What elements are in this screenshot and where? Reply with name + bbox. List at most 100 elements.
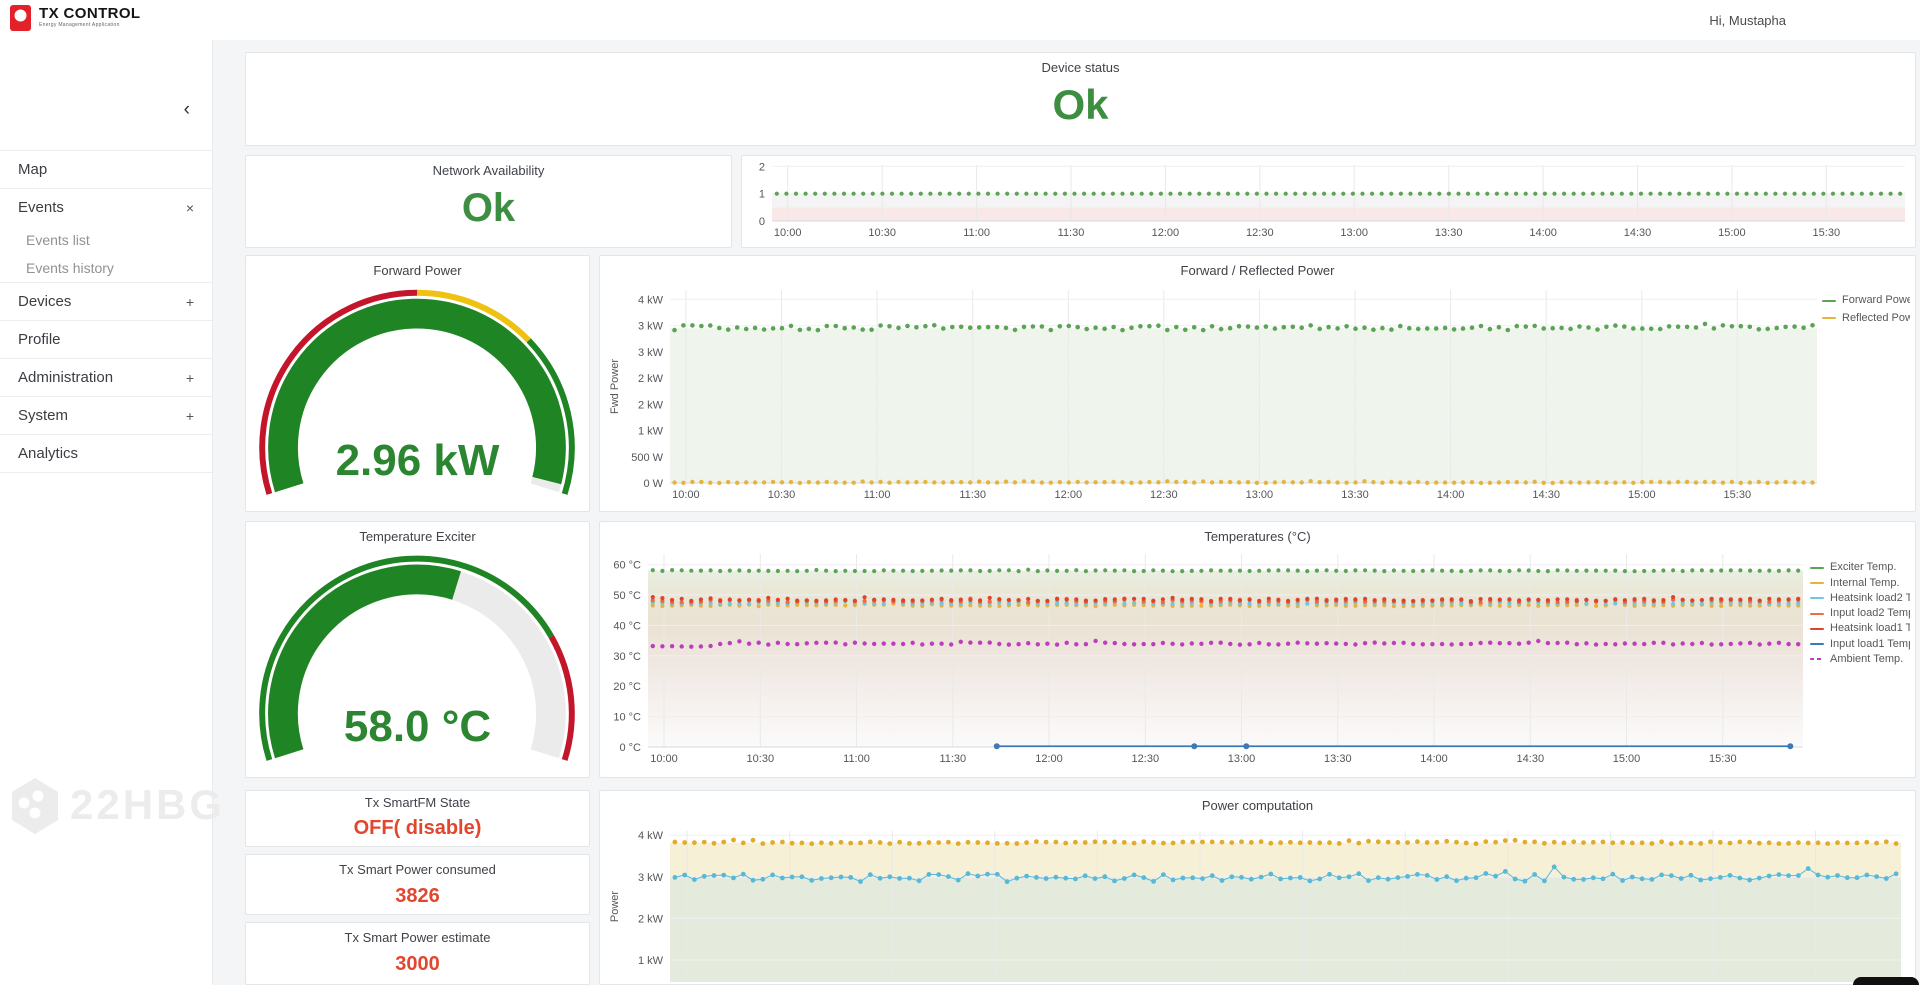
x-tick-label: 10:00 <box>650 753 678 765</box>
panel-forward-reflected-power: Forward / Reflected Power 10:0010:3011:0… <box>599 255 1916 512</box>
panel-title-smart-power-estimate[interactable]: Tx Smart Power estimate <box>246 930 589 945</box>
availability-chart[interactable]: 10:0010:3011:0011:3012:0012:3013:0013:30… <box>742 156 1913 245</box>
sidebar-item-label: Profile <box>18 331 61 348</box>
x-tick-label: 13:30 <box>1341 489 1369 501</box>
legend-item-input-load2-temp-[interactable]: Input load2 Temp. <box>1810 606 1910 621</box>
sidebar-item-label: Events list <box>26 232 90 248</box>
panel-title-smart-power-consumed[interactable]: Tx Smart Power consumed <box>246 862 589 877</box>
sidebar-item-map[interactable]: Map <box>0 151 212 189</box>
legend-label: Input load1 Temp. <box>1830 638 1910 650</box>
sidebar-item-events-history[interactable]: Events history <box>0 254 212 283</box>
y-tick-label: 1 kW <box>638 955 664 967</box>
y-tick-label: 0 °C <box>619 742 641 754</box>
legend-label: Heatsink load1 Temp. <box>1830 622 1910 634</box>
watermark-text: 22HBG <box>70 781 225 829</box>
panel-title-temperatures[interactable]: Temperatures (°C) <box>600 529 1915 544</box>
sidebar-item-administration[interactable]: Administration+ <box>0 359 212 397</box>
sidebar-item-label: Analytics <box>18 445 78 462</box>
legend-series-dash-icon <box>1810 582 1824 584</box>
plus-icon[interactable]: + <box>186 371 194 385</box>
panel-title-network-availability[interactable]: Network Availability <box>246 163 731 178</box>
panel-temperatures: Temperatures (°C) 10:0010:3011:0011:3012… <box>599 521 1916 778</box>
sidebar-item-events-list[interactable]: Events list <box>0 226 212 254</box>
app-logo[interactable]: TX CONTROL Energy Management Application <box>10 5 141 31</box>
legend-label: Forward Power <box>1842 294 1910 306</box>
y-tick-label: 10 °C <box>613 712 641 724</box>
panel-title-temperature-exciter[interactable]: Temperature Exciter <box>246 529 589 544</box>
panel-title-device-status[interactable]: Device status <box>246 60 1915 75</box>
panel-title-forward-power[interactable]: Forward Power <box>246 263 589 278</box>
legend-series-dash-icon <box>1822 300 1836 302</box>
panel-title-smartfm-state[interactable]: Tx SmartFM State <box>246 795 589 810</box>
x-tick-label: 10:00 <box>672 489 700 501</box>
legend-series-dash-icon <box>1810 643 1824 645</box>
y-axis-label: Power <box>609 891 621 923</box>
panel-temperature-exciter-gauge: Temperature Exciter 58.0 °C <box>245 521 590 778</box>
y-tick-label: 50 °C <box>613 590 641 602</box>
sidebar: ‹ MapEvents× Events list Events historyDev… <box>0 40 213 985</box>
plus-icon[interactable]: + <box>186 295 194 309</box>
x-tick-label: 12:00 <box>1055 489 1083 501</box>
y-tick-label: 2 kW <box>638 373 664 385</box>
close-icon[interactable]: × <box>186 201 194 215</box>
panel-smart-power-estimate: Tx Smart Power estimate 3000 <box>245 922 590 985</box>
x-tick-label: 11:30 <box>1058 227 1085 239</box>
sidebar-item-devices[interactable]: Devices+ <box>0 283 212 321</box>
panel-forward-power-gauge: Forward Power 2.96 kW <box>245 255 590 512</box>
legend-item-heatsink-load1-temp-[interactable]: Heatsink load1 Temp. <box>1810 621 1910 636</box>
y-tick-label: 3 kW <box>638 321 664 333</box>
y-tick-label: 500 W <box>631 452 663 464</box>
x-tick-label: 11:30 <box>959 489 986 501</box>
x-tick-label: 12:00 <box>1152 227 1180 239</box>
smart-power-consumed-value: 3826 <box>246 885 589 908</box>
x-tick-label: 15:00 <box>1613 753 1641 765</box>
legend-item-input-load1-temp-[interactable]: Input load1 Temp. <box>1810 636 1910 651</box>
y-tick-label: 1 kW <box>638 426 664 438</box>
legend-series-dash-icon <box>1810 613 1824 615</box>
y-tick-label: 30 °C <box>613 651 641 663</box>
panel-title-power-computation[interactable]: Power computation <box>600 798 1915 813</box>
x-tick-label: 14:00 <box>1437 489 1465 501</box>
smart-power-estimate-value: 3000 <box>246 953 589 976</box>
x-tick-label: 13:30 <box>1435 227 1463 239</box>
legend-item-exciter-temp-[interactable]: Exciter Temp. <box>1810 560 1910 575</box>
x-tick-label: 14:30 <box>1532 489 1560 501</box>
y-tick-label: 1 <box>759 189 765 201</box>
legend-item-ambient-temp-[interactable]: Ambient Temp. <box>1810 652 1910 667</box>
legend-item-forward-power[interactable]: Forward Power <box>1822 292 1910 309</box>
plus-icon[interactable]: + <box>186 409 194 423</box>
tx-control-dashboard: TX CONTROL Energy Management Application… <box>0 0 1920 985</box>
panel-title-forward-reflected-power[interactable]: Forward / Reflected Power <box>600 263 1915 278</box>
legend-label: Internal Temp. <box>1830 577 1900 589</box>
x-tick-label: 12:30 <box>1150 489 1178 501</box>
x-tick-label: 14:00 <box>1420 753 1448 765</box>
legend-series-dash-icon <box>1810 628 1824 630</box>
x-tick-label: 14:30 <box>1517 753 1545 765</box>
sidebar-item-events[interactable]: Events× <box>0 189 212 226</box>
y-tick-label: 0 W <box>643 478 663 490</box>
legend-item-heatsink-load2-temp-[interactable]: Heatsink load2 Temp. <box>1810 591 1910 606</box>
panel-network-availability: Network Availability Ok <box>245 155 732 248</box>
x-tick-label: 13:00 <box>1246 489 1274 501</box>
sidebar-item-analytics[interactable]: Analytics <box>0 435 212 473</box>
sidebar-item-profile[interactable]: Profile <box>0 321 212 359</box>
panel-smartfm-state: Tx SmartFM State OFF( disable) <box>245 790 590 847</box>
y-tick-label: 3 kW <box>638 347 664 359</box>
power-computation-chart[interactable]: 4 kW3 kW2 kW1 kWPower <box>600 791 1913 982</box>
y-tick-label: 0 <box>759 216 765 228</box>
sidebar-item-label: System <box>18 407 68 424</box>
y-tick-label: 40 °C <box>613 620 641 632</box>
y-tick-label: 2 kW <box>638 913 664 925</box>
legend-item-internal-temp-[interactable]: Internal Temp. <box>1810 575 1910 590</box>
panel-device-status: Device status Ok <box>245 52 1916 146</box>
temperature-exciter-gauge-value: 58.0 °C <box>246 702 589 752</box>
chart-legend: Exciter Temp. Internal Temp. Heatsink load… <box>1810 560 1910 667</box>
temperatures-chart[interactable]: 10:0010:3011:0011:3012:0012:3013:0013:30… <box>600 522 1913 775</box>
y-tick-label: 3 kW <box>638 872 664 884</box>
user-greeting[interactable]: Hi, Mustapha <box>1709 13 1786 28</box>
legend-item-reflected-power[interactable]: Reflected Power <box>1822 309 1910 326</box>
forward-reflected-power-chart[interactable]: 10:0010:3011:0011:3012:0012:3013:0013:30… <box>600 256 1913 509</box>
x-tick-label: 10:00 <box>774 227 802 239</box>
sidebar-collapse-icon[interactable]: ‹ <box>184 100 190 119</box>
sidebar-item-system[interactable]: System + <box>0 397 212 435</box>
